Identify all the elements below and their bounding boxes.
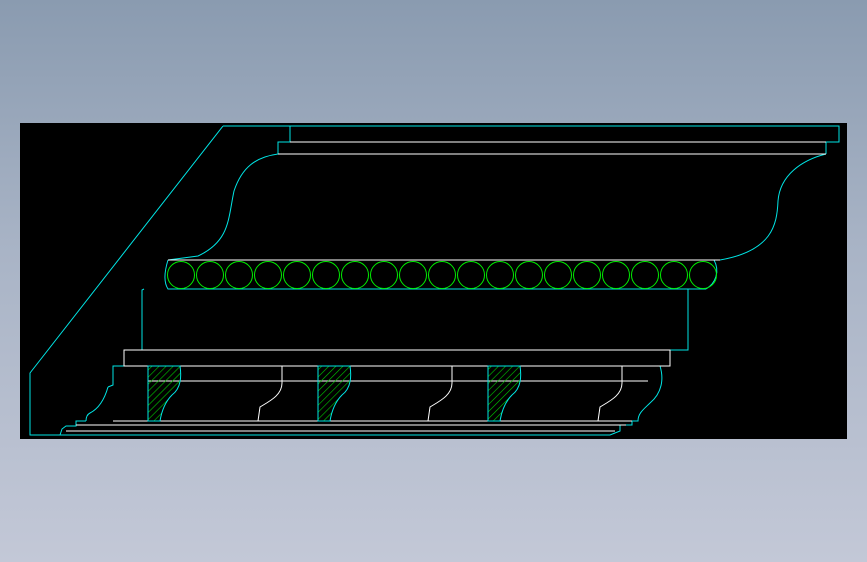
dentil-block-1 xyxy=(147,365,182,422)
bead-circle xyxy=(689,261,717,289)
bead-circle xyxy=(254,261,282,289)
bead-circle xyxy=(196,261,224,289)
bead-circle xyxy=(341,261,369,289)
bead-circle xyxy=(660,261,688,289)
dentil-block-2 xyxy=(317,365,352,422)
bead-circle xyxy=(486,261,514,289)
cornice-drawing xyxy=(29,125,840,436)
bead-circle xyxy=(312,261,340,289)
hatched-dentils xyxy=(147,365,522,422)
detail-lines xyxy=(66,141,826,432)
bead-circle xyxy=(457,261,485,289)
bead-circle xyxy=(631,261,659,289)
bead-circle xyxy=(167,261,195,289)
bead-circle xyxy=(602,261,630,289)
bead-course xyxy=(167,261,717,289)
bead-circle xyxy=(225,261,253,289)
bead-circle xyxy=(544,261,572,289)
bead-circle xyxy=(428,261,456,289)
bead-circle xyxy=(370,261,398,289)
bead-circle xyxy=(573,261,601,289)
bead-circle xyxy=(283,261,311,289)
bead-circle xyxy=(515,261,543,289)
bead-circle xyxy=(399,261,427,289)
cad-viewport[interactable] xyxy=(20,123,847,439)
dentil-block-3 xyxy=(487,365,522,422)
